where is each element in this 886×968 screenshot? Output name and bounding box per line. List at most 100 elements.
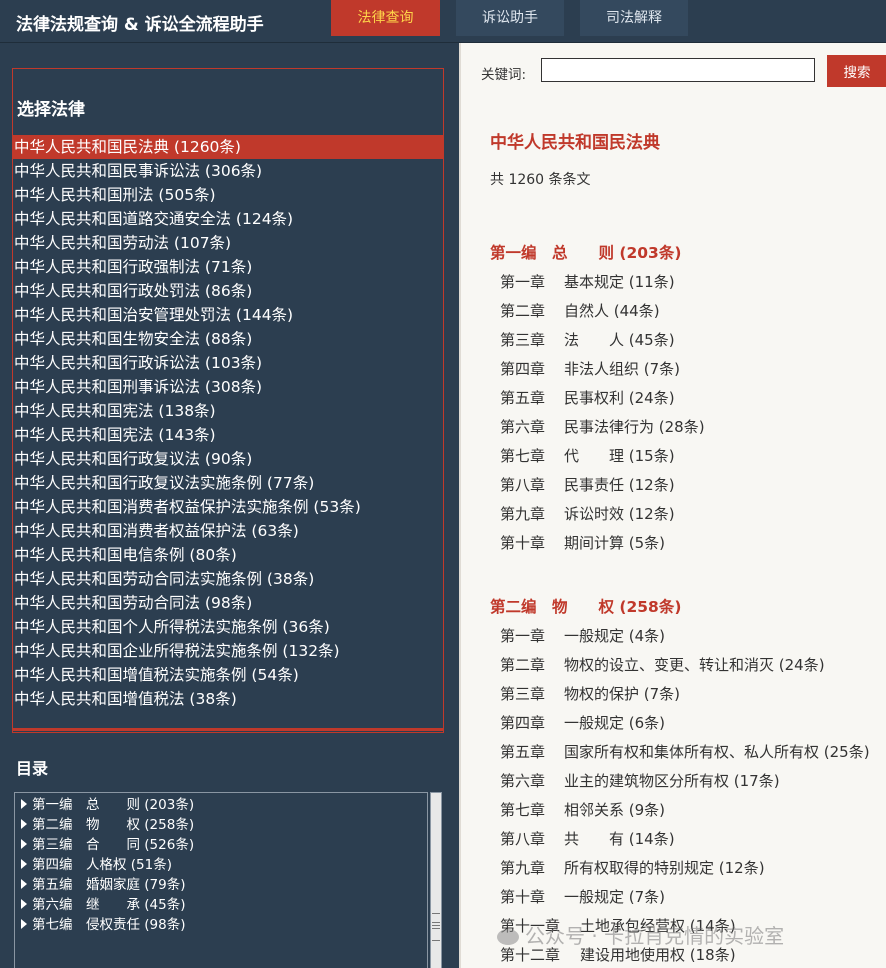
- chapter-number: 第六章: [500, 772, 546, 790]
- toc-item[interactable]: 第五编 婚姻家庭 (79条): [15, 875, 427, 895]
- law-item[interactable]: 中华人民共和国民事诉讼法 (306条): [13, 159, 443, 183]
- toc-item[interactable]: 第六编 继 承 (45条): [15, 895, 427, 915]
- chapter-number: 第五章: [500, 743, 546, 761]
- law-item[interactable]: 中华人民共和国生物安全法 (88条): [13, 327, 443, 351]
- law-item[interactable]: 中华人民共和国道路交通安全法 (124条): [13, 207, 443, 231]
- expand-triangle-icon[interactable]: [21, 799, 27, 809]
- chapter-name: 共 有 (14条): [564, 830, 675, 848]
- law-item[interactable]: 中华人民共和国增值税法 (38条): [13, 687, 443, 711]
- law-item[interactable]: 中华人民共和国企业所得税法实施条例 (132条): [13, 639, 443, 663]
- law-item[interactable]: 中华人民共和国治安管理处罚法 (144条): [13, 303, 443, 327]
- chapter-link[interactable]: 第一章 基本规定 (11条): [500, 271, 675, 292]
- law-item[interactable]: 中华人民共和国增值税法实施条例 (54条): [13, 663, 443, 687]
- toc-item[interactable]: 第一编 总 则 (203条): [15, 795, 427, 815]
- tab-litigation-assistant[interactable]: 诉讼助手: [456, 0, 564, 36]
- watermark: 公众号 · 卡拉肖克情的实验室: [497, 920, 784, 949]
- chapter-number: 第九章: [500, 505, 546, 523]
- chapter-name: 国家所有权和集体所有权、私人所有权 (25条): [564, 743, 870, 761]
- expand-triangle-icon[interactable]: [21, 879, 27, 889]
- law-item[interactable]: 中华人民共和国刑事诉讼法 (308条): [13, 375, 443, 399]
- expand-triangle-icon[interactable]: [21, 859, 27, 869]
- chapter-link[interactable]: 第九章 所有权取得的特别规定 (12条): [500, 857, 765, 878]
- chapter-name: 自然人 (44条): [564, 302, 660, 320]
- watermark-text: 公众号 · 卡拉肖克情的实验室: [525, 924, 785, 948]
- chapter-number: 第二章: [500, 656, 546, 674]
- chapter-link[interactable]: 第七章代 理 (15条): [500, 445, 675, 466]
- chapter-link[interactable]: 第九章 诉讼时效 (12条): [500, 503, 675, 524]
- keyword-input[interactable]: [541, 58, 815, 82]
- chapter-name: 一般规定 (7条): [564, 888, 666, 906]
- chapter-number: 第五章: [500, 389, 546, 407]
- chapter-link[interactable]: 第十章 一般规定 (7条): [500, 886, 665, 907]
- law-item[interactable]: 中华人民共和国行政强制法 (71条): [13, 255, 443, 279]
- law-item[interactable]: 中华人民共和国行政复议法 (90条): [13, 447, 443, 471]
- chapter-name: 诉讼时效 (12条): [564, 505, 675, 523]
- law-item[interactable]: 中华人民共和国个人所得税法实施条例 (36条): [13, 615, 443, 639]
- chapter-link[interactable]: 第八章 民事责任 (12条): [500, 474, 675, 495]
- chapter-number: 第十章: [500, 888, 546, 906]
- expand-triangle-icon[interactable]: [21, 819, 27, 829]
- chapter-link[interactable]: 第二章 物权的设立、变更、转让和消灭 (24条): [500, 654, 825, 675]
- chapter-number: 第二章: [500, 302, 546, 320]
- chapter-name: 民事法律行为 (28条): [564, 418, 705, 436]
- chapter-name: 一般规定 (6条): [564, 714, 666, 732]
- chapter-link[interactable]: 第六章 业主的建筑物区分所有权 (17条): [500, 770, 780, 791]
- toc-item[interactable]: 第二编 物 权 (258条): [15, 815, 427, 835]
- law-item[interactable]: 中华人民共和国劳动合同法实施条例 (38条): [13, 567, 443, 591]
- toc-item[interactable]: 第四编 人格权 (51条): [15, 855, 427, 875]
- chapter-link[interactable]: 第五章 国家所有权和集体所有权、私人所有权 (25条): [500, 741, 870, 762]
- law-item[interactable]: 中华人民共和国劳动合同法 (98条): [13, 591, 443, 615]
- toc-item-label: 第五编 婚姻家庭 (79条): [32, 877, 186, 893]
- law-item[interactable]: 中华人民共和国劳动法 (107条): [13, 231, 443, 255]
- law-item[interactable]: 中华人民共和国刑法 (505条): [13, 183, 443, 207]
- chapter-link[interactable]: 第二章 自然人 (44条): [500, 300, 660, 321]
- toc-tree[interactable]: 第一编 总 则 (203条) 第二编 物 权 (258条) 第三编 合 同 (526…: [14, 792, 428, 968]
- toc-item[interactable]: 第三编 合 同 (526条): [15, 835, 427, 855]
- expand-triangle-icon[interactable]: [21, 919, 27, 929]
- toc-item-label: 第二编 物 权 (258条): [32, 817, 195, 833]
- law-item[interactable]: 中华人民共和国宪法 (143条): [13, 423, 443, 447]
- law-item[interactable]: 中华人民共和国宪法 (138条): [13, 399, 443, 423]
- chapter-number: 第三章: [500, 331, 546, 349]
- wechat-icon: [497, 929, 519, 945]
- chapter-link[interactable]: 第五章 民事权利 (24条): [500, 387, 675, 408]
- law-item[interactable]: 中华人民共和国行政复议法实施条例 (77条): [13, 471, 443, 495]
- part-title[interactable]: 第二编 物 权 (258条): [490, 595, 681, 617]
- chapter-number: 第三章: [500, 685, 546, 703]
- toc-item[interactable]: 第七编 侵权责任 (98条): [15, 915, 427, 935]
- law-item[interactable]: 中华人民共和国行政诉讼法 (103条): [13, 351, 443, 375]
- chapter-link[interactable]: 第七章 相邻关系 (9条): [500, 799, 665, 820]
- chapter-name: 业主的建筑物区分所有权 (17条): [564, 772, 780, 790]
- sidebar: 选择法律 中华人民共和国民法典 (1260条) 中华人民共和国民事诉讼法 (306…: [0, 43, 459, 968]
- toc-scrollbar[interactable]: [430, 792, 442, 968]
- law-item[interactable]: 中华人民共和国民法典 (1260条): [13, 135, 443, 159]
- chapter-link[interactable]: 第十章 期间计算 (5条): [500, 532, 665, 553]
- chapter-link[interactable]: 第三章法 人 (45条): [500, 329, 675, 350]
- chapter-link[interactable]: 第六章 民事法律行为 (28条): [500, 416, 705, 437]
- law-select-panel: 选择法律 中华人民共和国民法典 (1260条) 中华人民共和国民事诉讼法 (306…: [12, 68, 444, 733]
- scroll-thumb-grip[interactable]: [432, 913, 440, 941]
- chapter-number: 第四章: [500, 360, 546, 378]
- chapter-name: 期间计算 (5条): [564, 534, 666, 552]
- expand-triangle-icon[interactable]: [21, 899, 27, 909]
- expand-triangle-icon[interactable]: [21, 839, 27, 849]
- tab-judicial-interpretation[interactable]: 司法解释: [580, 0, 688, 36]
- toc-item-label: 第四编 人格权 (51条): [32, 857, 173, 873]
- chapter-link[interactable]: 第八章共 有 (14条): [500, 828, 675, 849]
- law-list: 中华人民共和国民法典 (1260条) 中华人民共和国民事诉讼法 (306条) 中华人…: [13, 135, 443, 711]
- law-item[interactable]: 中华人民共和国消费者权益保护法实施条例 (53条): [13, 495, 443, 519]
- chapter-link[interactable]: 第三章 物权的保护 (7条): [500, 683, 680, 704]
- toc-item-label: 第七编 侵权责任 (98条): [32, 917, 186, 933]
- keyword-label: 关键词:: [481, 67, 527, 83]
- law-item[interactable]: 中华人民共和国消费者权益保护法 (63条): [13, 519, 443, 543]
- search-button[interactable]: 搜索: [827, 55, 886, 87]
- chapter-link[interactable]: 第四章 非法人组织 (7条): [500, 358, 680, 379]
- law-item[interactable]: 中华人民共和国电信条例 (80条): [13, 543, 443, 567]
- part-title[interactable]: 第一编 总 则 (203条): [490, 241, 681, 263]
- chapter-link[interactable]: 第一章 一般规定 (4条): [500, 625, 665, 646]
- law-item[interactable]: 中华人民共和国行政处罚法 (86条): [13, 279, 443, 303]
- chapter-number: 第七章: [500, 801, 546, 819]
- tab-law-query[interactable]: 法律查询: [331, 0, 440, 36]
- chapter-link[interactable]: 第四章 一般规定 (6条): [500, 712, 665, 733]
- chapter-number: 第一章: [500, 627, 546, 645]
